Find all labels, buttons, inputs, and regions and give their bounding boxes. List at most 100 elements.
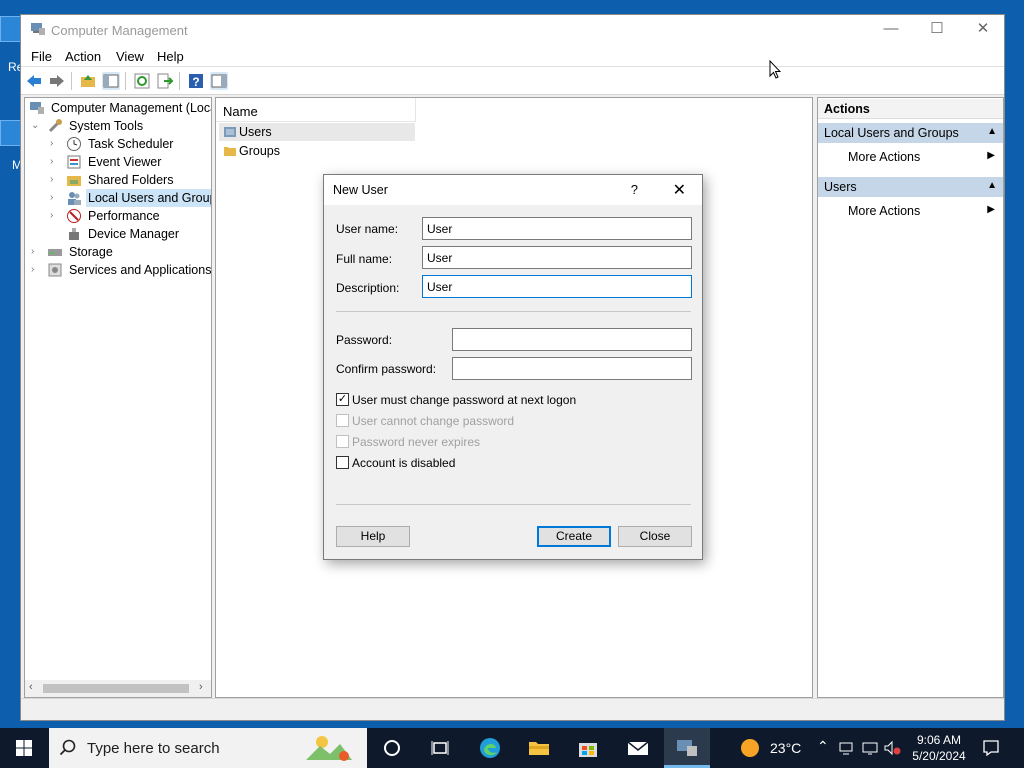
cortana-icon[interactable] bbox=[380, 736, 404, 760]
computer-management-icon bbox=[31, 23, 45, 35]
windows-start-icon[interactable] bbox=[12, 736, 36, 760]
menu-view[interactable]: View bbox=[116, 49, 144, 64]
chevron-down-icon[interactable]: ⌄ bbox=[31, 117, 39, 135]
close-button[interactable]: ✕ bbox=[960, 15, 1006, 45]
storage-icon bbox=[48, 249, 62, 256]
mail-icon[interactable] bbox=[626, 736, 650, 760]
taskbar: Type here to search 23°C ⌃ 9:06 AM 5/20/… bbox=[0, 728, 1024, 768]
username-label: User name: bbox=[336, 222, 399, 236]
dialog-title-bar[interactable]: New User ? ✕ bbox=[324, 175, 702, 205]
actions-title: Actions bbox=[818, 99, 1003, 119]
password-input[interactable] bbox=[452, 328, 692, 351]
volume-muted-icon[interactable] bbox=[884, 740, 902, 756]
navigation-tree: Computer Management (Local ⌄ System Tool… bbox=[24, 97, 212, 698]
clock-date: 5/20/2024 bbox=[912, 749, 966, 763]
close-dialog-button[interactable]: Close bbox=[618, 526, 692, 547]
minimize-button[interactable]: — bbox=[868, 15, 914, 45]
status-bar bbox=[21, 698, 1004, 720]
forward-arrow-icon[interactable] bbox=[48, 72, 66, 90]
computer-management-icon bbox=[30, 102, 44, 114]
toolbar-separator bbox=[125, 72, 126, 90]
search-highlight-icon bbox=[306, 736, 352, 761]
menu-file[interactable]: File bbox=[31, 49, 52, 64]
chevron-right-icon[interactable]: › bbox=[50, 207, 53, 225]
scroll-thumb[interactable] bbox=[43, 684, 189, 693]
collapse-up-icon[interactable]: ▲ bbox=[987, 180, 997, 191]
description-label: Description: bbox=[336, 281, 400, 295]
show-hide-tree-icon[interactable] bbox=[102, 72, 120, 90]
toolbar-separator bbox=[179, 72, 180, 90]
export-list-icon[interactable] bbox=[156, 72, 174, 90]
help-button[interactable]: Help bbox=[336, 526, 410, 547]
display-icon[interactable] bbox=[862, 740, 878, 756]
up-folder-icon[interactable] bbox=[79, 72, 97, 90]
list-item-groups[interactable]: Groups bbox=[219, 142, 415, 160]
dialog-title: New User bbox=[333, 183, 388, 197]
task-view-icon[interactable] bbox=[428, 736, 452, 760]
toolbar-separator bbox=[71, 72, 72, 90]
toolbar: ? bbox=[21, 67, 1004, 95]
more-actions-users[interactable]: More Actions ▶ bbox=[818, 201, 1003, 221]
chevron-right-icon[interactable]: › bbox=[50, 189, 53, 207]
chevron-right-icon[interactable]: › bbox=[50, 135, 53, 153]
password-label: Password: bbox=[336, 333, 393, 347]
users-folder-icon bbox=[224, 127, 236, 137]
desktop-recycle-bin-icon[interactable] bbox=[0, 16, 22, 42]
scroll-left-icon[interactable]: ‹ bbox=[29, 681, 33, 693]
notifications-icon[interactable] bbox=[982, 739, 1000, 757]
dialog-help-button[interactable]: ? bbox=[631, 182, 638, 197]
search-placeholder: Type here to search bbox=[87, 740, 220, 757]
chevron-right-icon[interactable]: › bbox=[31, 243, 34, 261]
divider bbox=[336, 504, 691, 505]
dialog-close-icon[interactable]: ✕ bbox=[673, 180, 686, 200]
clock-time: 9:06 AM bbox=[916, 733, 962, 747]
list-item-users[interactable]: Users bbox=[219, 123, 415, 141]
tools-icon bbox=[48, 119, 62, 133]
column-header-name[interactable]: Name bbox=[216, 98, 416, 122]
chevron-right-icon[interactable]: › bbox=[50, 153, 53, 171]
network-icon[interactable] bbox=[838, 740, 854, 756]
device-manager-icon bbox=[69, 228, 79, 240]
tray-overflow-icon[interactable]: ⌃ bbox=[817, 738, 829, 755]
file-explorer-icon[interactable] bbox=[527, 736, 551, 760]
refresh-icon[interactable] bbox=[133, 72, 151, 90]
chevron-right-icon[interactable]: › bbox=[50, 171, 53, 189]
actions-pane: Actions Local Users and Groups ▲ More Ac… bbox=[817, 97, 1004, 698]
confirm-password-label: Confirm password: bbox=[336, 362, 437, 376]
actions-section-local-users[interactable]: Local Users and Groups ▲ bbox=[818, 123, 1003, 143]
title-bar[interactable]: Computer Management — ☐ ✕ bbox=[21, 15, 1004, 45]
computer-management-taskbar-icon[interactable] bbox=[675, 736, 699, 760]
username-input[interactable] bbox=[422, 217, 692, 240]
create-button[interactable]: Create bbox=[537, 526, 611, 547]
checkmark-icon[interactable]: ✓ bbox=[336, 393, 349, 406]
fullname-input[interactable] bbox=[422, 246, 692, 269]
services-icon bbox=[48, 263, 62, 277]
microsoft-store-icon[interactable] bbox=[576, 736, 600, 760]
weather-temperature[interactable]: 23°C bbox=[770, 740, 801, 756]
description-input[interactable] bbox=[422, 275, 692, 298]
maximize-button[interactable]: ☐ bbox=[914, 15, 960, 45]
edge-browser-icon[interactable] bbox=[478, 736, 502, 760]
collapse-up-icon[interactable]: ▲ bbox=[987, 126, 997, 137]
chevron-right-icon[interactable]: › bbox=[31, 261, 34, 279]
taskbar-clock[interactable]: 9:06 AM 5/20/2024 bbox=[908, 732, 970, 764]
menu-help[interactable]: Help bbox=[157, 49, 184, 64]
menu-action[interactable]: Action bbox=[65, 49, 101, 64]
confirm-password-input[interactable] bbox=[452, 357, 692, 380]
more-actions-local-users[interactable]: More Actions ▶ bbox=[818, 147, 1003, 167]
desktop-app-icon[interactable] bbox=[0, 120, 22, 146]
window-title: Computer Management bbox=[51, 23, 188, 38]
back-arrow-icon[interactable] bbox=[25, 72, 43, 90]
divider bbox=[336, 311, 691, 312]
users-group-icon bbox=[68, 192, 81, 205]
help-icon[interactable]: ? bbox=[187, 72, 205, 90]
menu-bar: File Action View Help bbox=[21, 45, 1004, 67]
taskbar-search-box[interactable]: Type here to search bbox=[49, 728, 367, 768]
performance-icon bbox=[67, 209, 81, 223]
tree-horizontal-scrollbar[interactable]: ‹ › bbox=[25, 680, 211, 697]
submenu-arrow-icon: ▶ bbox=[987, 150, 995, 161]
actions-section-users[interactable]: Users ▲ bbox=[818, 177, 1003, 197]
shared-folder-icon bbox=[67, 176, 81, 186]
scroll-right-icon[interactable]: › bbox=[199, 681, 203, 693]
show-action-pane-icon[interactable] bbox=[210, 72, 228, 90]
